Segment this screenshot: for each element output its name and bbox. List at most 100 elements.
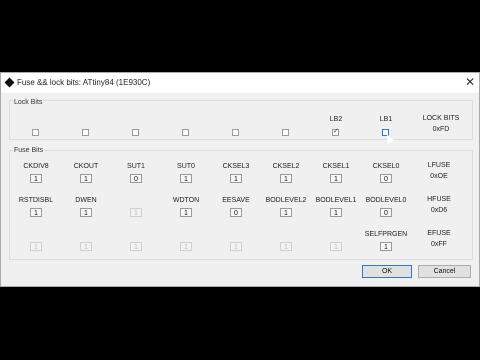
- lock-bit-checkbox[interactable]: [332, 127, 339, 136]
- fuse-bit-name: RSTDISBL: [18, 197, 54, 204]
- fuse-summary-value: 0xD6: [430, 207, 448, 214]
- lock-bit-checkbox[interactable]: [82, 129, 89, 136]
- fuse-bit-value-button[interactable]: 0: [230, 208, 242, 217]
- fuse-bit-name: WDTON: [172, 197, 200, 204]
- fuse-bit-value-button[interactable]: 1: [80, 174, 92, 183]
- fuse-bit-value-button[interactable]: 1: [330, 174, 342, 183]
- fuse-bit-value-button[interactable]: 0: [380, 174, 392, 183]
- lock-bit-column: [263, 115, 309, 124]
- fuse-bit-value-button[interactable]: 1: [30, 208, 42, 217]
- fuse-bit-value-button[interactable]: 1: [180, 174, 192, 183]
- fuse-bit-value-button[interactable]: 1: [380, 242, 392, 251]
- fuse-bit-value-button[interactable]: 1: [280, 174, 292, 183]
- lock-bit-checkbox[interactable]: [32, 129, 39, 136]
- fuse-bit-column: 1: [313, 230, 359, 251]
- fuse-summary-label: HFUSE: [427, 196, 451, 203]
- lock-bit-name: [163, 115, 209, 124]
- fuse-bit-value-button: 1: [130, 242, 142, 251]
- lock-bits-value: 0xFD: [432, 126, 450, 133]
- lock-bit-column: [63, 115, 109, 124]
- lock-bit-name: LB1: [379, 116, 393, 123]
- lock-bit-name: [213, 115, 259, 124]
- lock-bit-name: [113, 115, 159, 124]
- fuse-bit-value-button[interactable]: 1: [180, 208, 192, 217]
- lock-bit-checkbox[interactable]: [282, 129, 289, 136]
- fuse-bit-name: [13, 230, 59, 239]
- lock-bit-column: [13, 115, 59, 124]
- fuse-bit-name: SELFPRGEN: [364, 231, 408, 238]
- close-icon[interactable]: ✕: [463, 75, 477, 89]
- lock-bit-name: LB2: [329, 116, 343, 123]
- fuse-bit-column: BODLEVEL1 1: [313, 196, 359, 217]
- fuse-bit-column: DWEN 1: [63, 196, 109, 217]
- fuse-bit-column: 1: [263, 230, 309, 251]
- fuse-bit-name: CKSEL2: [272, 163, 300, 170]
- fuse-bit-name: CKOUT: [73, 163, 99, 170]
- fuse-bit-column: BODLEVEL2 1: [263, 196, 309, 217]
- lock-bit-checkbox[interactable]: [132, 129, 139, 136]
- fuse-bit-column: CKSEL2 1: [263, 162, 309, 183]
- fuse-bit-name: SUT0: [177, 163, 195, 170]
- lock-bit-column: [163, 115, 209, 124]
- fuse-bit-name: [213, 230, 259, 239]
- fuse-bit-name: [263, 230, 309, 239]
- fuse-bit-name: CKSEL0: [372, 163, 400, 170]
- fuse-lock-bits-dialog: Fuse && lock bits: ATtiny84 (1E930C) ✕ L…: [0, 72, 480, 287]
- fuse-bit-column: BODLEVEL0 0: [363, 196, 409, 217]
- fuse-bit-value-button[interactable]: 1: [230, 174, 242, 183]
- fuse-bit-name: [113, 230, 159, 239]
- fuse-bit-name: CKSEL1: [322, 163, 350, 170]
- lock-bit-name: [13, 115, 59, 124]
- fuse-summary-label: LFUSE: [427, 162, 451, 169]
- fuse-bit-value-button[interactable]: 0: [380, 208, 392, 217]
- fuse-bit-name: [313, 230, 359, 239]
- lock-bits-label: LOCK BITS: [422, 115, 460, 122]
- window-title: Fuse && lock bits: ATtiny84 (1E930C): [17, 78, 151, 87]
- fuse-bit-column: EESAVE 0: [213, 196, 259, 217]
- fuse-bit-column: CKOUT 1: [63, 162, 109, 183]
- fuse-bit-column: RSTDISBL 1: [13, 196, 59, 217]
- fuse-bit-column: 1: [113, 230, 159, 251]
- fuse-bit-name: [63, 230, 109, 239]
- lock-bit-column: LB1: [363, 115, 409, 124]
- fuse-bit-value-button: 1: [330, 242, 342, 251]
- lock-bits-group-label: Lock Bits: [13, 99, 44, 106]
- fuse-summary: LFUSE 0xOE: [414, 162, 464, 180]
- fuse-summary: HFUSE 0xD6: [414, 196, 464, 214]
- fuse-bit-column: 1: [213, 230, 259, 251]
- lock-bit-checkbox[interactable]: [182, 129, 189, 136]
- fuse-bit-name: BODLEVEL2: [265, 197, 307, 204]
- fuse-summary-label: EFUSE: [427, 230, 451, 237]
- fuse-bit-name: EESAVE: [222, 197, 250, 204]
- fuse-bit-column: CKSEL0 0: [363, 162, 409, 183]
- lock-bit-column: [113, 115, 159, 124]
- fuse-bit-value-button: 1: [130, 208, 142, 217]
- fuse-bit-value-button[interactable]: 1: [330, 208, 342, 217]
- fuse-bit-column: 1: [13, 230, 59, 251]
- fuse-bit-column: WDTON 1: [163, 196, 209, 217]
- fuse-bit-name: BODLEVEL1: [315, 197, 357, 204]
- fuse-bit-column: CKDIV8 1: [13, 162, 59, 183]
- fuse-bit-name: DWEN: [75, 197, 97, 204]
- fuse-bit-name: [113, 196, 159, 205]
- fuse-bit-name: BODLEVEL0: [365, 197, 407, 204]
- fuse-bit-value-button: 1: [80, 242, 92, 251]
- fuse-bit-value-button: 1: [30, 242, 42, 251]
- lock-bit-column: [213, 115, 259, 124]
- ok-button[interactable]: OK: [362, 265, 412, 278]
- fuse-bit-value-button: 1: [230, 242, 242, 251]
- fuse-bit-column: 1: [63, 230, 109, 251]
- fuse-bit-value-button[interactable]: 1: [30, 174, 42, 183]
- lock-bits-summary: LOCK BITS 0xFD: [416, 115, 466, 133]
- lock-bit-checkbox[interactable]: [232, 129, 239, 136]
- fuse-bit-value-button[interactable]: 1: [80, 208, 92, 217]
- fuse-bit-column: SELFPRGEN 1: [363, 230, 409, 251]
- cancel-button[interactable]: Cancel: [418, 265, 471, 278]
- fuse-bit-value-button[interactable]: 1: [280, 208, 292, 217]
- fuse-summary-value: 0xOE: [430, 173, 448, 180]
- fuse-bit-value-button: 1: [180, 242, 192, 251]
- fuse-bit-value-button[interactable]: 0: [130, 174, 142, 183]
- fuse-bit-column: CKSEL1 1: [313, 162, 359, 183]
- fuse-bit-name: SUT1: [127, 163, 145, 170]
- fuse-bit-column: CKSEL3 1: [213, 162, 259, 183]
